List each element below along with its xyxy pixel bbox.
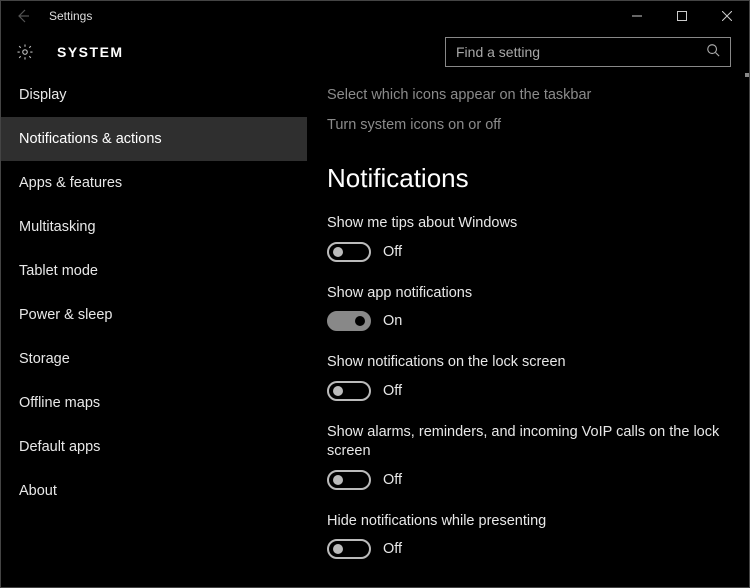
toggle-alarms-lock-screen[interactable] <box>327 470 371 490</box>
sidebar-item-label: Multitasking <box>19 219 96 235</box>
toggle-tips[interactable] <box>327 242 371 262</box>
toggle-state: Off <box>383 244 402 260</box>
sidebar-item-label: Default apps <box>19 439 100 455</box>
toggle-knob <box>333 475 343 485</box>
settings-header: SYSTEM <box>1 31 749 73</box>
toggle-row: Off <box>327 470 729 490</box>
search-box[interactable] <box>445 37 731 67</box>
sidebar-item-default-apps[interactable]: Default apps <box>1 425 307 469</box>
sidebar-item-tablet-mode[interactable]: Tablet mode <box>1 249 307 293</box>
titlebar: Settings <box>1 1 749 31</box>
sidebar-item-power-sleep[interactable]: Power & sleep <box>1 293 307 337</box>
setting-alarms-lock-screen: Show alarms, reminders, and incoming VoI… <box>327 423 729 490</box>
settings-window: Settings SYSTEM Display Notif <box>0 0 750 588</box>
close-icon <box>722 11 732 21</box>
toggle-lock-screen[interactable] <box>327 381 371 401</box>
body: Display Notifications & actions Apps & f… <box>1 73 749 587</box>
minimize-button[interactable] <box>614 1 659 31</box>
window-title: Settings <box>45 9 92 23</box>
toggle-state: Off <box>383 472 402 488</box>
toggle-knob <box>333 247 343 257</box>
setting-label: Show notifications on the lock screen <box>327 353 729 373</box>
back-arrow-icon <box>15 8 31 24</box>
maximize-button[interactable] <box>659 1 704 31</box>
maximize-icon <box>677 11 687 21</box>
sidebar-item-offline-maps[interactable]: Offline maps <box>1 381 307 425</box>
sidebar-item-label: Offline maps <box>19 395 100 411</box>
toggle-state: Off <box>383 541 402 557</box>
sidebar-item-label: About <box>19 483 57 499</box>
sidebar-item-multitasking[interactable]: Multitasking <box>1 205 307 249</box>
toggle-row: On <box>327 311 729 331</box>
gear-icon <box>15 42 35 62</box>
toggle-knob <box>333 544 343 554</box>
link-select-taskbar-icons[interactable]: Select which icons appear on the taskbar <box>327 87 729 103</box>
sidebar-item-display[interactable]: Display <box>1 73 307 117</box>
setting-label: Hide notifications while presenting <box>327 512 729 532</box>
toggle-row: Off <box>327 381 729 401</box>
sidebar: Display Notifications & actions Apps & f… <box>1 73 307 587</box>
setting-label: Show me tips about Windows <box>327 214 729 234</box>
search-input[interactable] <box>456 44 706 60</box>
sidebar-item-label: Storage <box>19 351 70 367</box>
section-title: SYSTEM <box>57 44 124 60</box>
sidebar-item-label: Tablet mode <box>19 263 98 279</box>
sidebar-item-label: Power & sleep <box>19 307 113 323</box>
sidebar-item-label: Notifications & actions <box>19 131 162 147</box>
toggle-knob <box>333 386 343 396</box>
close-button[interactable] <box>704 1 749 31</box>
setting-app-notifications: Show app notifications On <box>327 284 729 332</box>
sidebar-item-label: Apps & features <box>19 175 122 191</box>
setting-hide-presenting: Hide notifications while presenting Off <box>327 512 729 560</box>
toggle-state: Off <box>383 383 402 399</box>
toggle-row: Off <box>327 539 729 559</box>
sidebar-item-about[interactable]: About <box>1 469 307 513</box>
scroll-up-indicator[interactable] <box>745 73 749 81</box>
setting-label: Show app notifications <box>327 284 729 304</box>
toggle-knob <box>355 316 365 326</box>
sidebar-item-notifications-actions[interactable]: Notifications & actions <box>1 117 307 161</box>
notifications-heading: Notifications <box>327 163 729 194</box>
back-button[interactable] <box>1 1 45 31</box>
minimize-icon <box>632 11 642 21</box>
setting-label: Show alarms, reminders, and incoming VoI… <box>327 423 729 462</box>
link-system-icons[interactable]: Turn system icons on or off <box>327 117 729 133</box>
toggle-hide-presenting[interactable] <box>327 539 371 559</box>
main-content: Select which icons appear on the taskbar… <box>307 73 749 587</box>
toggle-row: Off <box>327 242 729 262</box>
toggle-app-notifications[interactable] <box>327 311 371 331</box>
search-icon <box>706 43 720 62</box>
sidebar-item-storage[interactable]: Storage <box>1 337 307 381</box>
window-controls <box>614 1 749 31</box>
sidebar-item-label: Display <box>19 87 67 103</box>
sidebar-item-apps-features[interactable]: Apps & features <box>1 161 307 205</box>
setting-lock-screen: Show notifications on the lock screen Of… <box>327 353 729 401</box>
setting-tips: Show me tips about Windows Off <box>327 214 729 262</box>
toggle-state: On <box>383 313 402 329</box>
